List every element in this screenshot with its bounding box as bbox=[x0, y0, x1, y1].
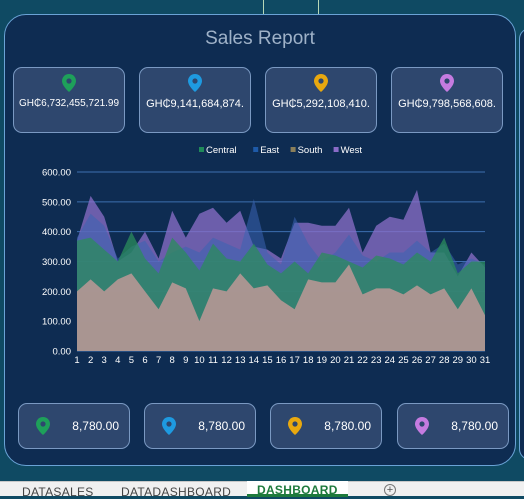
x-tick-label: 30 bbox=[466, 355, 477, 366]
sales-report-panel: Sales Report GH₵6,732,455,721.99 GH₵9,14… bbox=[4, 14, 516, 466]
x-tick-label: 21 bbox=[344, 355, 355, 366]
location-pin-icon bbox=[415, 417, 429, 435]
y-tick-label: 100.00 bbox=[42, 317, 71, 328]
sheet-tab-bar: DATASALES DATADASHBOARD DASHBOARD + bbox=[0, 481, 524, 499]
x-tick-label: 12 bbox=[221, 355, 232, 366]
tab-datasales[interactable]: DATASALES bbox=[22, 485, 94, 499]
x-tick-label: 22 bbox=[357, 355, 368, 366]
legend-swatch-central bbox=[199, 147, 204, 152]
legend-label-central: Central bbox=[206, 145, 237, 156]
y-tick-label: 300.00 bbox=[42, 257, 71, 268]
add-sheet-icon[interactable]: + bbox=[384, 484, 396, 496]
x-tick-label: 19 bbox=[317, 355, 328, 366]
selected-cell-outline bbox=[263, 0, 319, 15]
bottom-card-value: 8,780.00 bbox=[198, 419, 245, 433]
x-tick-label: 3 bbox=[102, 355, 107, 366]
location-pin-icon bbox=[188, 74, 202, 92]
legend-swatch-south bbox=[290, 147, 296, 152]
location-pin-icon bbox=[36, 417, 50, 435]
y-tick-label: 500.00 bbox=[42, 197, 71, 208]
x-tick-label: 7 bbox=[156, 355, 161, 366]
x-tick-label: 16 bbox=[276, 355, 287, 366]
legend-label-south: South bbox=[298, 145, 323, 156]
y-tick-label: 0.00 bbox=[53, 347, 72, 358]
x-tick-label: 31 bbox=[480, 355, 491, 366]
x-tick-label: 28 bbox=[439, 355, 450, 366]
bottom-card-east[interactable]: 8,780.00 bbox=[144, 403, 256, 449]
legend-label-west: West bbox=[341, 145, 363, 156]
x-tick-label: 8 bbox=[170, 355, 175, 366]
bottom-card-value: 8,780.00 bbox=[324, 419, 371, 433]
adjacent-panel-edge bbox=[519, 28, 524, 460]
x-tick-label: 24 bbox=[385, 355, 396, 366]
x-tick-label: 2 bbox=[88, 355, 93, 366]
x-tick-label: 17 bbox=[289, 355, 300, 366]
bottom-card-value: 8,780.00 bbox=[72, 419, 119, 433]
sheet-background-strip bbox=[0, 466, 524, 481]
top-card-west[interactable]: GH₵9,798,568,608. bbox=[391, 67, 503, 133]
legend-swatch-east bbox=[253, 147, 259, 152]
top-card-east[interactable]: GH₵9,141,684,874. bbox=[139, 67, 251, 133]
top-card-south[interactable]: GH₵5,292,108,410. bbox=[265, 67, 377, 133]
top-card-value: GH₵6,732,455,721.99 bbox=[18, 98, 120, 109]
report-title: Sales Report bbox=[205, 28, 315, 49]
top-card-value: GH₵9,798,568,608. bbox=[398, 98, 496, 110]
x-tick-label: 27 bbox=[425, 355, 436, 366]
x-tick-label: 1 bbox=[74, 355, 79, 366]
bottom-card-west[interactable]: 8,780.00 bbox=[397, 403, 509, 449]
y-tick-label: 200.00 bbox=[42, 287, 71, 298]
legend-swatch-west bbox=[333, 147, 339, 152]
location-pin-icon bbox=[62, 74, 76, 92]
x-tick-label: 15 bbox=[262, 355, 273, 366]
x-tick-label: 5 bbox=[129, 355, 134, 366]
bottom-card-value: 8,780.00 bbox=[451, 419, 498, 433]
x-tick-label: 18 bbox=[303, 355, 314, 366]
x-tick-label: 29 bbox=[453, 355, 464, 366]
bottom-card-south[interactable]: 8,780.00 bbox=[270, 403, 382, 449]
location-pin-icon bbox=[288, 417, 302, 435]
x-tick-label: 26 bbox=[412, 355, 423, 366]
bottom-card-central[interactable]: 8,780.00 bbox=[18, 403, 130, 449]
legend-label-east: East bbox=[260, 145, 279, 156]
x-tick-label: 6 bbox=[142, 355, 147, 366]
location-pin-icon bbox=[314, 74, 328, 92]
x-tick-label: 10 bbox=[194, 355, 205, 366]
x-tick-label: 9 bbox=[183, 355, 188, 366]
top-card-value: GH₵9,141,684,874. bbox=[146, 98, 244, 110]
x-tick-label: 25 bbox=[398, 355, 409, 366]
x-tick-label: 11 bbox=[208, 355, 218, 366]
sales-area-chart[interactable]: 0.00 100.00 200.00 300.00 400.00 500.00 600.00… bbox=[15, 139, 495, 369]
y-tick-label: 400.00 bbox=[42, 227, 71, 238]
x-tick-label: 23 bbox=[371, 355, 382, 366]
location-pin-icon bbox=[440, 74, 454, 92]
location-pin-icon bbox=[162, 417, 176, 435]
x-tick-label: 13 bbox=[235, 355, 246, 366]
x-tick-label: 14 bbox=[249, 355, 260, 366]
x-tick-label: 4 bbox=[115, 355, 120, 366]
x-tick-label: 20 bbox=[330, 355, 341, 366]
top-card-value: GH₵5,292,108,410. bbox=[272, 98, 370, 110]
top-card-central[interactable]: GH₵6,732,455,721.99 bbox=[13, 67, 125, 133]
y-tick-label: 600.00 bbox=[42, 168, 71, 179]
tab-datadashboard[interactable]: DATADASHBOARD bbox=[121, 485, 231, 499]
